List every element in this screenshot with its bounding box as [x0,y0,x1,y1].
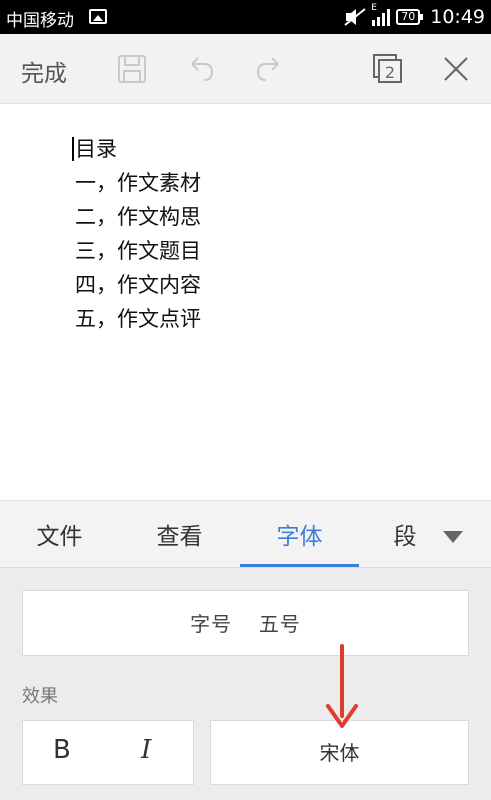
font-size-selector[interactable]: 字号 五号 [22,590,469,656]
image-notification-icon [89,9,107,24]
font-size-value: 五号 [258,612,301,636]
document-line[interactable]: 五，作文点评 [75,304,201,338]
tab-paragraph[interactable]: 段 [380,501,430,567]
font-panel: 字号 五号 效果 B I 宋体 [0,568,491,800]
tab-font[interactable]: 字体 [240,501,359,567]
text-style-group: B I [22,720,194,785]
redo-icon[interactable] [252,52,286,86]
text-cursor [72,137,74,161]
tab-file[interactable]: 文件 [0,501,119,567]
effects-label: 效果 [22,686,58,707]
annotation-arrow-icon [326,644,358,728]
document-line[interactable]: 四，作文内容 [75,270,201,304]
document-line[interactable]: 二，作文构思 [75,202,201,236]
editor-toolbar: 完成 2 [0,34,491,104]
carrier-name: 中国移动 [6,11,74,31]
ribbon-tabs: 文件 查看 字体 段 [0,500,491,568]
active-tab-indicator [240,564,359,567]
save-icon[interactable] [115,52,149,86]
document-line[interactable]: 三，作文题目 [75,236,201,270]
close-icon[interactable] [439,52,473,86]
font-family-value: 宋体 [319,741,360,765]
bold-button[interactable]: B [53,735,71,765]
document-editor[interactable]: 目录 一，作文素材 二，作文构思 三，作文题目 四，作文内容 五，作文点评 [0,104,491,500]
pages-icon[interactable]: 2 [371,52,405,86]
font-size-label: 字号 [190,612,233,636]
status-icons: E 70 10:49 [344,3,485,29]
battery-icon: 70 [396,9,424,25]
document-line[interactable]: 目录 [75,134,201,168]
pages-count: 2 [385,63,395,82]
mute-icon [344,8,366,26]
clock: 10:49 [430,6,485,28]
document-content[interactable]: 目录 一，作文素材 二，作文构思 三，作文题目 四，作文内容 五，作文点评 [75,134,201,338]
status-bar: 中国移动 E 70 10:49 [0,0,491,34]
undo-icon[interactable] [184,52,218,86]
document-line[interactable]: 一，作文素材 [75,168,201,202]
network-type-label: E [371,3,377,13]
done-button[interactable]: 完成 [21,54,67,88]
signal-icon: E [371,3,391,26]
expand-tabs-icon[interactable] [443,531,463,543]
tab-view[interactable]: 查看 [119,501,240,567]
italic-button[interactable]: I [141,735,151,765]
